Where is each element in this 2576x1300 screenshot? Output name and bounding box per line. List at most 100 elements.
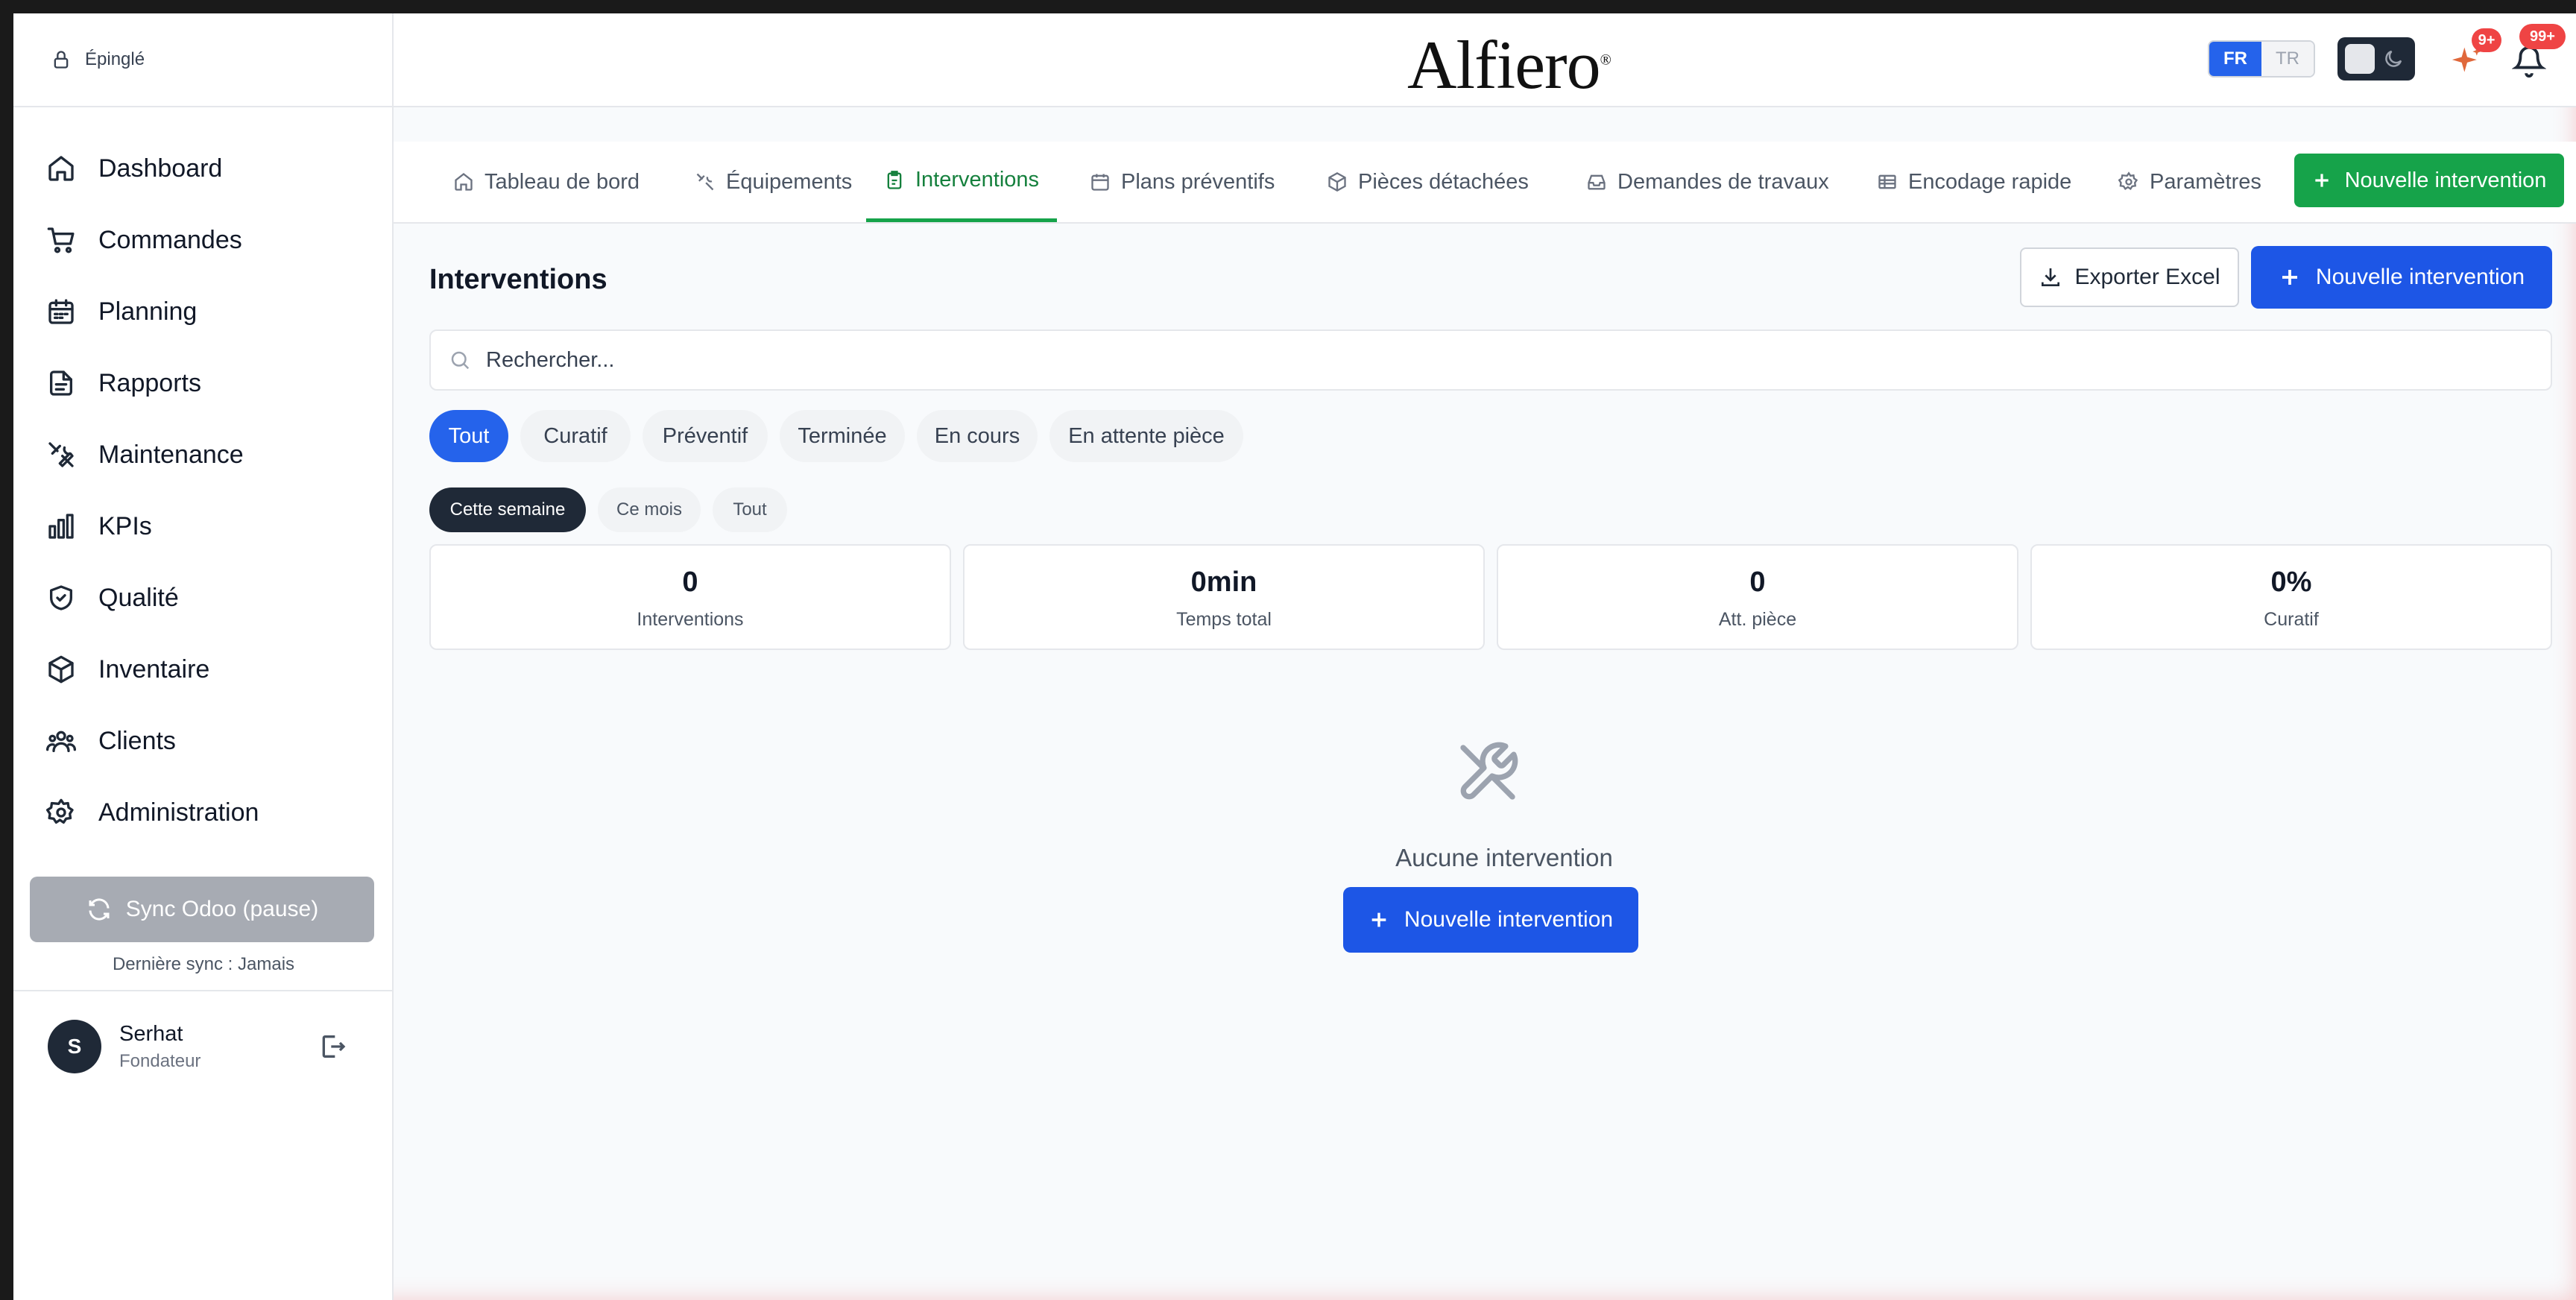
logout-button[interactable] xyxy=(318,1032,347,1065)
tab-new-intervention-button[interactable]: Nouvelle intervention xyxy=(2294,154,2564,207)
sidebar-item-label: Planning xyxy=(98,297,198,326)
home-icon xyxy=(48,156,74,181)
tab-equipements[interactable]: Équipements xyxy=(695,142,852,222)
plus-icon xyxy=(1371,912,1386,927)
stat-value: 0min xyxy=(1190,567,1257,598)
filter-tout[interactable]: Tout xyxy=(429,410,508,462)
cart-icon xyxy=(47,227,75,253)
sidebar-nav: Dashboard Commandes Planning Rapports Ma… xyxy=(13,107,392,848)
pin-label: Épinglé xyxy=(85,49,145,69)
sidebar-item-label: Maintenance xyxy=(98,440,244,469)
empty-state-button-label: Nouvelle intervention xyxy=(1404,907,1614,932)
sidebar-item-rapports[interactable]: Rapports xyxy=(13,347,392,419)
box-icon xyxy=(48,655,74,684)
app-window: Épinglé Dashboard Commandes Planning Rap… xyxy=(13,13,2576,1300)
document-icon xyxy=(50,370,73,396)
empty-state-new-intervention-button[interactable]: Nouvelle intervention xyxy=(1343,887,1638,953)
download-icon xyxy=(2042,268,2060,286)
clipboard-icon xyxy=(887,170,902,189)
language-switch: FR TR xyxy=(2208,40,2315,78)
shield-check-icon xyxy=(50,585,73,610)
registered-mark: ® xyxy=(1600,51,1611,69)
period-ce-mois[interactable]: Ce mois xyxy=(598,488,701,532)
stat-card-temps-total: 0min Temps total xyxy=(963,544,1485,650)
pin-toggle[interactable]: Épinglé xyxy=(13,13,392,107)
home-icon xyxy=(455,173,473,191)
lang-tr-button[interactable]: TR xyxy=(2261,42,2314,76)
tab-parametres[interactable]: Paramètres xyxy=(2118,142,2261,222)
sidebar-item-clients[interactable]: Clients xyxy=(13,705,392,777)
tab-encodage-rapide[interactable]: Encodage rapide xyxy=(1877,142,2071,222)
empty-state-text: Aucune intervention xyxy=(1395,844,1613,871)
filter-en-cours[interactable]: En cours xyxy=(917,410,1038,462)
sidebar-item-administration[interactable]: Administration xyxy=(13,777,392,848)
stat-card-curatif: 0% Curatif xyxy=(2030,544,2552,650)
tab-tableau-de-bord[interactable]: Tableau de bord xyxy=(453,142,640,222)
tab-new-intervention-label: Nouvelle intervention xyxy=(2344,168,2547,192)
gear-icon xyxy=(46,798,74,824)
sidebar-item-label: Inventaire xyxy=(98,654,210,684)
sidebar-item-label: Administration xyxy=(98,798,259,827)
sidebar-item-kpis[interactable]: KPIs xyxy=(13,490,392,562)
export-excel-button[interactable]: Exporter Excel xyxy=(2020,247,2239,307)
lock-icon xyxy=(54,51,69,69)
tools-icon xyxy=(696,173,714,191)
stat-label: Temps total xyxy=(1176,609,1272,630)
logout-icon xyxy=(322,1035,346,1058)
theme-toggle[interactable] xyxy=(2337,37,2415,81)
sidebar-item-dashboard[interactable]: Dashboard xyxy=(13,133,392,204)
sidebar-item-commandes[interactable]: Commandes xyxy=(13,204,392,276)
last-sync-text: Dernière sync : Jamais xyxy=(112,954,295,974)
new-intervention-button[interactable]: Nouvelle intervention xyxy=(2251,246,2552,309)
tab-label: Interventions xyxy=(915,168,1040,192)
plus-icon xyxy=(2282,270,2297,285)
search-bar xyxy=(429,329,2552,391)
filter-terminee[interactable]: Terminée xyxy=(780,410,905,462)
filter-preventif[interactable]: Préventif xyxy=(643,410,768,462)
ai-assistant-button[interactable]: 9+ xyxy=(2451,28,2501,81)
filter-curatif[interactable]: Curatif xyxy=(520,410,631,462)
tab-demandes-de-travaux[interactable]: Demandes de travaux xyxy=(1586,142,1829,222)
notifications-button[interactable]: 99+ xyxy=(2511,24,2566,81)
plus-icon xyxy=(2314,174,2329,187)
sidebar: Épinglé Dashboard Commandes Planning Rap… xyxy=(13,13,394,1300)
table-icon xyxy=(1878,174,1896,189)
search-input[interactable] xyxy=(486,347,2498,373)
stat-label: Interventions xyxy=(637,609,744,630)
gear-icon xyxy=(2118,171,2138,190)
tab-label: Paramètres xyxy=(2150,169,2261,194)
user-role: Fondateur xyxy=(119,1050,201,1071)
avatar[interactable]: S xyxy=(48,1020,101,1073)
sync-odoo-button[interactable]: Sync Odoo (pause) xyxy=(30,877,374,942)
filter-en-attente-piece[interactable]: En attente pièce xyxy=(1049,410,1243,462)
sidebar-item-label: Rapports xyxy=(98,368,201,397)
sidebar-item-maintenance[interactable]: Maintenance xyxy=(13,419,392,490)
stat-value: 0 xyxy=(1749,567,1766,598)
sidebar-item-label: Clients xyxy=(98,726,176,755)
tools-icon xyxy=(48,442,74,467)
tools-icon xyxy=(1460,742,1518,800)
top-header: Alfiero® FR TR 9+ 99+ xyxy=(394,13,2576,107)
sidebar-item-planning[interactable]: Planning xyxy=(13,276,392,347)
tab-label: Demandes de travaux xyxy=(1617,169,1829,194)
period-cette-semaine[interactable]: Cette semaine xyxy=(429,488,586,532)
sidebar-item-inventaire[interactable]: Inventaire xyxy=(13,634,392,705)
box-icon xyxy=(1328,171,1346,192)
period-tout[interactable]: Tout xyxy=(713,488,787,532)
new-intervention-label: Nouvelle intervention xyxy=(2315,265,2525,289)
sync-odoo-label: Sync Odoo (pause) xyxy=(125,897,319,921)
sidebar-item-label: Dashboard xyxy=(98,154,223,183)
tab-pieces-detachees[interactable]: Pièces détachées xyxy=(1327,142,1529,222)
tab-label: Équipements xyxy=(726,169,853,194)
refresh-icon xyxy=(89,898,110,921)
user-profile: S Serhat Fondateur xyxy=(13,990,392,1102)
brand-logo[interactable]: Alfiero® xyxy=(1407,25,1611,104)
tab-interventions[interactable]: Interventions xyxy=(866,142,1058,222)
sidebar-item-label: Qualité xyxy=(98,583,179,612)
tab-plans-preventifs[interactable]: Plans préventifs xyxy=(1090,142,1275,222)
stat-card-interventions: 0 Interventions xyxy=(429,544,951,650)
moon-icon xyxy=(2385,50,2402,67)
lang-fr-button[interactable]: FR xyxy=(2209,42,2261,76)
brand-logo-text: Alfiero xyxy=(1407,27,1601,103)
sidebar-item-qualite[interactable]: Qualité xyxy=(13,562,392,634)
